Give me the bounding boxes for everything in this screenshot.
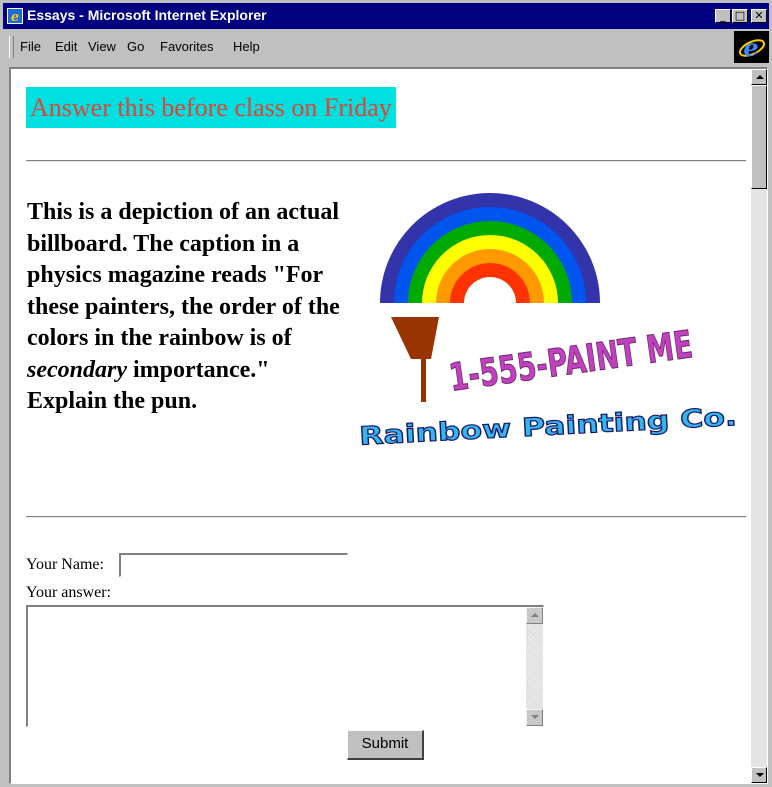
browser-window: e Essays - Microsoft Internet Explorer _… bbox=[0, 0, 772, 787]
answer-textarea[interactable] bbox=[26, 605, 544, 727]
answer-scrollbar[interactable] bbox=[526, 607, 543, 726]
toolbar-grip[interactable] bbox=[9, 36, 14, 58]
scroll-thumb[interactable] bbox=[751, 85, 767, 189]
scroll-up-button[interactable] bbox=[526, 607, 543, 624]
menu-view[interactable]: View bbox=[88, 39, 116, 55]
question-part-1: This is a depiction of an actual billboa… bbox=[27, 199, 340, 351]
billboard-image: 1-555-PAINT ME Rainbow Painting Co. bbox=[358, 193, 738, 451]
answer-text-area[interactable] bbox=[28, 607, 524, 725]
ie-throbber-icon: e bbox=[734, 31, 769, 63]
question-text: This is a depiction of an actual billboa… bbox=[27, 197, 347, 418]
chevron-up-icon bbox=[756, 75, 764, 79]
name-label: Your Name: bbox=[26, 556, 104, 573]
paint-brush-icon bbox=[391, 317, 439, 402]
divider bbox=[26, 516, 746, 518]
close-button[interactable]: ✕ bbox=[751, 9, 767, 23]
svg-text:e: e bbox=[11, 10, 19, 24]
scroll-up-button[interactable] bbox=[751, 69, 767, 85]
chevron-up-icon bbox=[531, 613, 539, 617]
page-scrollbar[interactable] bbox=[751, 69, 767, 783]
divider bbox=[26, 160, 746, 162]
menu-help[interactable]: Help bbox=[233, 39, 260, 55]
chevron-down-icon bbox=[531, 715, 539, 719]
page-content: Answer this before class on Friday This … bbox=[9, 67, 768, 784]
menu-bar: File Edit View Go Favorites Help e bbox=[3, 31, 769, 63]
question-part-2: importance." bbox=[126, 356, 270, 383]
phone-number-text: 1-555-PAINT ME bbox=[446, 322, 695, 400]
question-part-3: Explain the pun. bbox=[27, 388, 198, 414]
menu-edit[interactable]: Edit bbox=[55, 39, 77, 55]
rainbow-graphic bbox=[380, 193, 600, 303]
menu-go[interactable]: Go bbox=[127, 39, 144, 55]
maximize-button[interactable]: □ bbox=[732, 9, 748, 23]
question-emphasis: secondary bbox=[27, 356, 127, 383]
scroll-down-button[interactable] bbox=[751, 767, 767, 783]
page-heading: Answer this before class on Friday bbox=[30, 93, 392, 122]
name-input[interactable] bbox=[119, 553, 348, 577]
menu-file[interactable]: File bbox=[20, 39, 41, 55]
submit-button[interactable]: Submit bbox=[347, 730, 424, 760]
company-name-text: Rainbow Painting Co. bbox=[359, 402, 738, 451]
svg-text:e: e bbox=[743, 33, 758, 62]
internet-explorer-icon: e bbox=[7, 8, 23, 24]
answer-label: Your answer: bbox=[26, 584, 112, 601]
scroll-down-button[interactable] bbox=[526, 709, 543, 726]
heading-highlight: Answer this before class on Friday bbox=[26, 87, 396, 128]
title-bar[interactable]: e Essays - Microsoft Internet Explorer _… bbox=[3, 3, 769, 29]
menu-favorites[interactable]: Favorites bbox=[160, 39, 213, 55]
chevron-down-icon bbox=[756, 773, 764, 777]
minimize-button[interactable]: _ bbox=[715, 9, 731, 23]
window-title: Essays - Microsoft Internet Explorer bbox=[27, 7, 267, 23]
